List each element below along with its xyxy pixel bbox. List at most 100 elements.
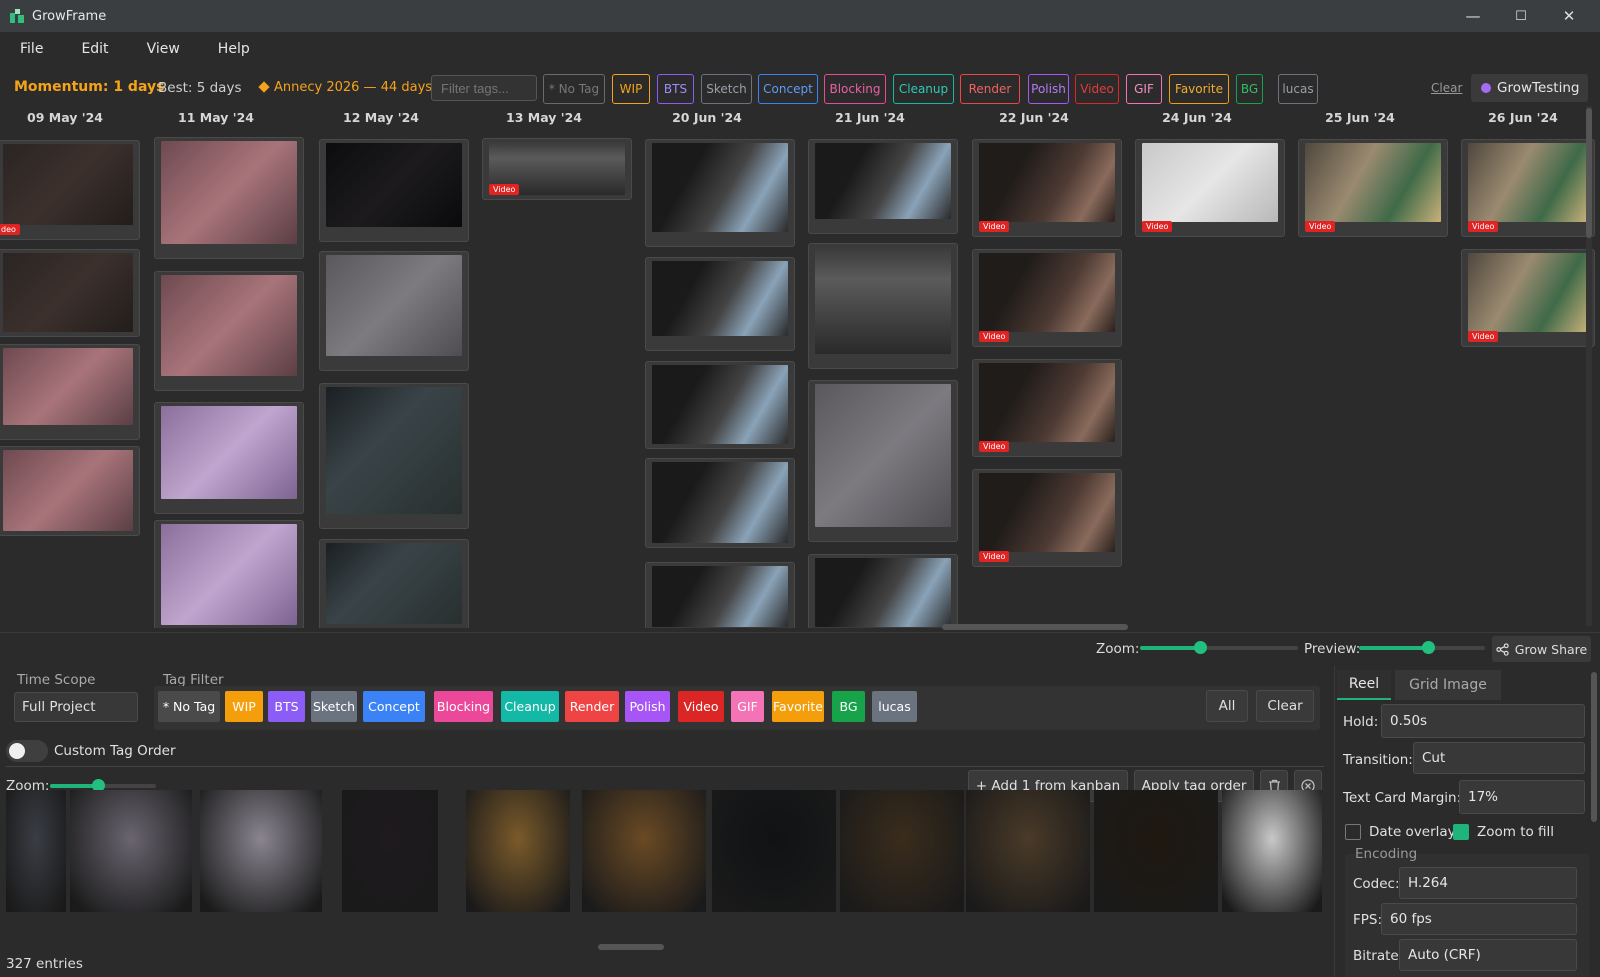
kanban-card[interactable]: Video (1461, 249, 1595, 347)
kanban-card[interactable] (0, 249, 140, 337)
kanban-card[interactable] (319, 251, 469, 371)
menu-edit[interactable]: Edit (81, 41, 108, 57)
hold-field[interactable]: 0.50s (1381, 704, 1585, 738)
top-tag-gif[interactable]: GIF (1126, 74, 1162, 104)
top-tag-bg[interactable]: BG (1236, 74, 1263, 104)
filter-tag-chip[interactable]: Cleanup (501, 691, 559, 722)
kanban-card[interactable] (808, 243, 958, 369)
reel-thumbnail[interactable] (6, 790, 66, 912)
kanban-card[interactable]: Video (1298, 139, 1448, 237)
tab-reel[interactable]: Reel (1337, 670, 1391, 700)
grow-share-button[interactable]: Grow Share (1492, 636, 1591, 662)
close-icon[interactable]: ✕ (1545, 0, 1593, 32)
filter-tag-chip[interactable]: * No Tag (158, 691, 220, 722)
menu-help[interactable]: Help (218, 41, 250, 57)
filter-tag-chip[interactable]: Video (678, 691, 724, 722)
kanban-card[interactable] (645, 458, 795, 548)
kanban-card[interactable] (319, 539, 469, 628)
workspace-button[interactable]: GrowTesting (1471, 74, 1588, 102)
strip-zoom-slider[interactable] (50, 779, 156, 792)
custom-tag-order-toggle[interactable] (6, 740, 48, 762)
reel-thumbnail[interactable] (966, 790, 1090, 912)
time-scope-select[interactable]: Full Project (14, 692, 138, 722)
kanban-card[interactable] (808, 554, 958, 628)
top-tag-video[interactable]: Video (1075, 74, 1119, 104)
top-tag-lucas[interactable]: lucas (1278, 74, 1318, 104)
kanban-card[interactable] (645, 139, 795, 247)
filter-tag-chip[interactable]: GIF (731, 691, 764, 722)
bitrate-select[interactable]: Auto (CRF) (1399, 939, 1577, 971)
reel-thumbnail[interactable] (1094, 790, 1218, 912)
reel-thumbnail[interactable] (70, 790, 192, 912)
kanban-card[interactable] (319, 139, 469, 242)
kanban-card[interactable] (808, 139, 958, 234)
kanban-card[interactable] (0, 446, 140, 536)
filter-tag-chip[interactable]: Sketch (311, 691, 357, 722)
top-tag-favorite[interactable]: Favorite (1169, 74, 1229, 104)
date-overlay-checkbox[interactable] (1345, 824, 1361, 840)
kanban-card[interactable]: Video (972, 359, 1122, 457)
top-tag-render[interactable]: Render (960, 74, 1020, 104)
maximize-icon[interactable]: ☐ (1497, 0, 1545, 32)
preview-slider[interactable] (1359, 641, 1485, 654)
reel-thumbnail[interactable] (582, 790, 706, 912)
top-tag-blocking[interactable]: Blocking (824, 74, 886, 104)
kanban-card[interactable]: Video (1461, 139, 1595, 237)
reel-thumbnail[interactable] (1222, 790, 1322, 912)
kanban-card[interactable] (154, 271, 304, 391)
top-tag-polish[interactable]: Polish (1028, 74, 1069, 104)
kanban-card[interactable]: Video (972, 469, 1122, 567)
filter-tag-chip[interactable]: Render (565, 691, 619, 722)
tab-grid-image[interactable]: Grid Image (1395, 670, 1501, 700)
top-tag-cleanup[interactable]: Cleanup (893, 74, 954, 104)
zoom-slider[interactable] (1140, 641, 1298, 654)
kanban-card[interactable] (154, 520, 304, 628)
kanban-card[interactable]: Video (972, 139, 1122, 237)
clear-tags-link[interactable]: Clear (1431, 81, 1462, 95)
filter-tag-chip[interactable]: lucas (872, 691, 917, 722)
fps-select[interactable]: 60 fps (1381, 903, 1577, 935)
zoom-to-fill-checkbox[interactable] (1453, 824, 1469, 840)
tag-filter-clear-button[interactable]: Clear (1256, 690, 1314, 722)
transition-select[interactable]: Cut (1413, 742, 1585, 774)
top-tag-wip[interactable]: WIP (612, 74, 650, 104)
minimize-icon[interactable]: — (1449, 0, 1497, 32)
reel-thumbnail[interactable] (466, 790, 570, 912)
reel-thumbnail[interactable] (342, 790, 438, 912)
kanban-card[interactable] (645, 361, 795, 449)
kanban-card[interactable] (0, 344, 140, 440)
reel-thumbnail[interactable] (712, 790, 836, 912)
top-tag-bts[interactable]: BTS (657, 74, 694, 104)
board-horizontal-scrollbar[interactable] (942, 624, 1128, 630)
menu-view[interactable]: View (147, 41, 180, 57)
filter-tag-chip[interactable]: WIP (225, 691, 263, 722)
filter-tag-chip[interactable]: Favorite (772, 691, 824, 722)
filter-tag-chip[interactable]: Concept (363, 691, 425, 722)
kanban-card[interactable]: deo (0, 140, 140, 240)
filter-tag-chip[interactable]: BG (832, 691, 865, 722)
strip-horizontal-scrollbar[interactable] (598, 944, 664, 950)
filter-tag-chip[interactable]: Blocking (434, 691, 493, 722)
kanban-card[interactable] (154, 402, 304, 514)
kanban-card[interactable]: Video (972, 249, 1122, 347)
filter-tags-input[interactable] (431, 75, 537, 101)
top-tag-sketch[interactable]: Sketch (701, 74, 752, 104)
reel-thumbnail[interactable] (840, 790, 964, 912)
kanban-card[interactable]: Video (482, 138, 632, 200)
top-tag-concept[interactable]: Concept (758, 74, 818, 104)
board-vertical-scrollbar[interactable] (1586, 106, 1592, 626)
kanban-card[interactable] (154, 137, 304, 259)
kanban-card[interactable] (319, 383, 469, 529)
menu-file[interactable]: File (20, 41, 43, 57)
settings-vertical-scrollbar[interactable] (1591, 672, 1597, 822)
tag-filter-all-button[interactable]: All (1206, 690, 1248, 722)
text-card-margin-field[interactable]: 17% (1459, 780, 1585, 814)
kanban-card[interactable] (808, 380, 958, 542)
kanban-card[interactable] (645, 257, 795, 351)
kanban-card[interactable]: Video (1135, 139, 1285, 237)
filter-tag-chip[interactable]: BTS (268, 691, 305, 722)
kanban-card[interactable] (645, 562, 795, 628)
reel-thumbnail[interactable] (200, 790, 322, 912)
codec-select[interactable]: H.264 (1399, 867, 1577, 899)
filter-tag-chip[interactable]: Polish (625, 691, 670, 722)
